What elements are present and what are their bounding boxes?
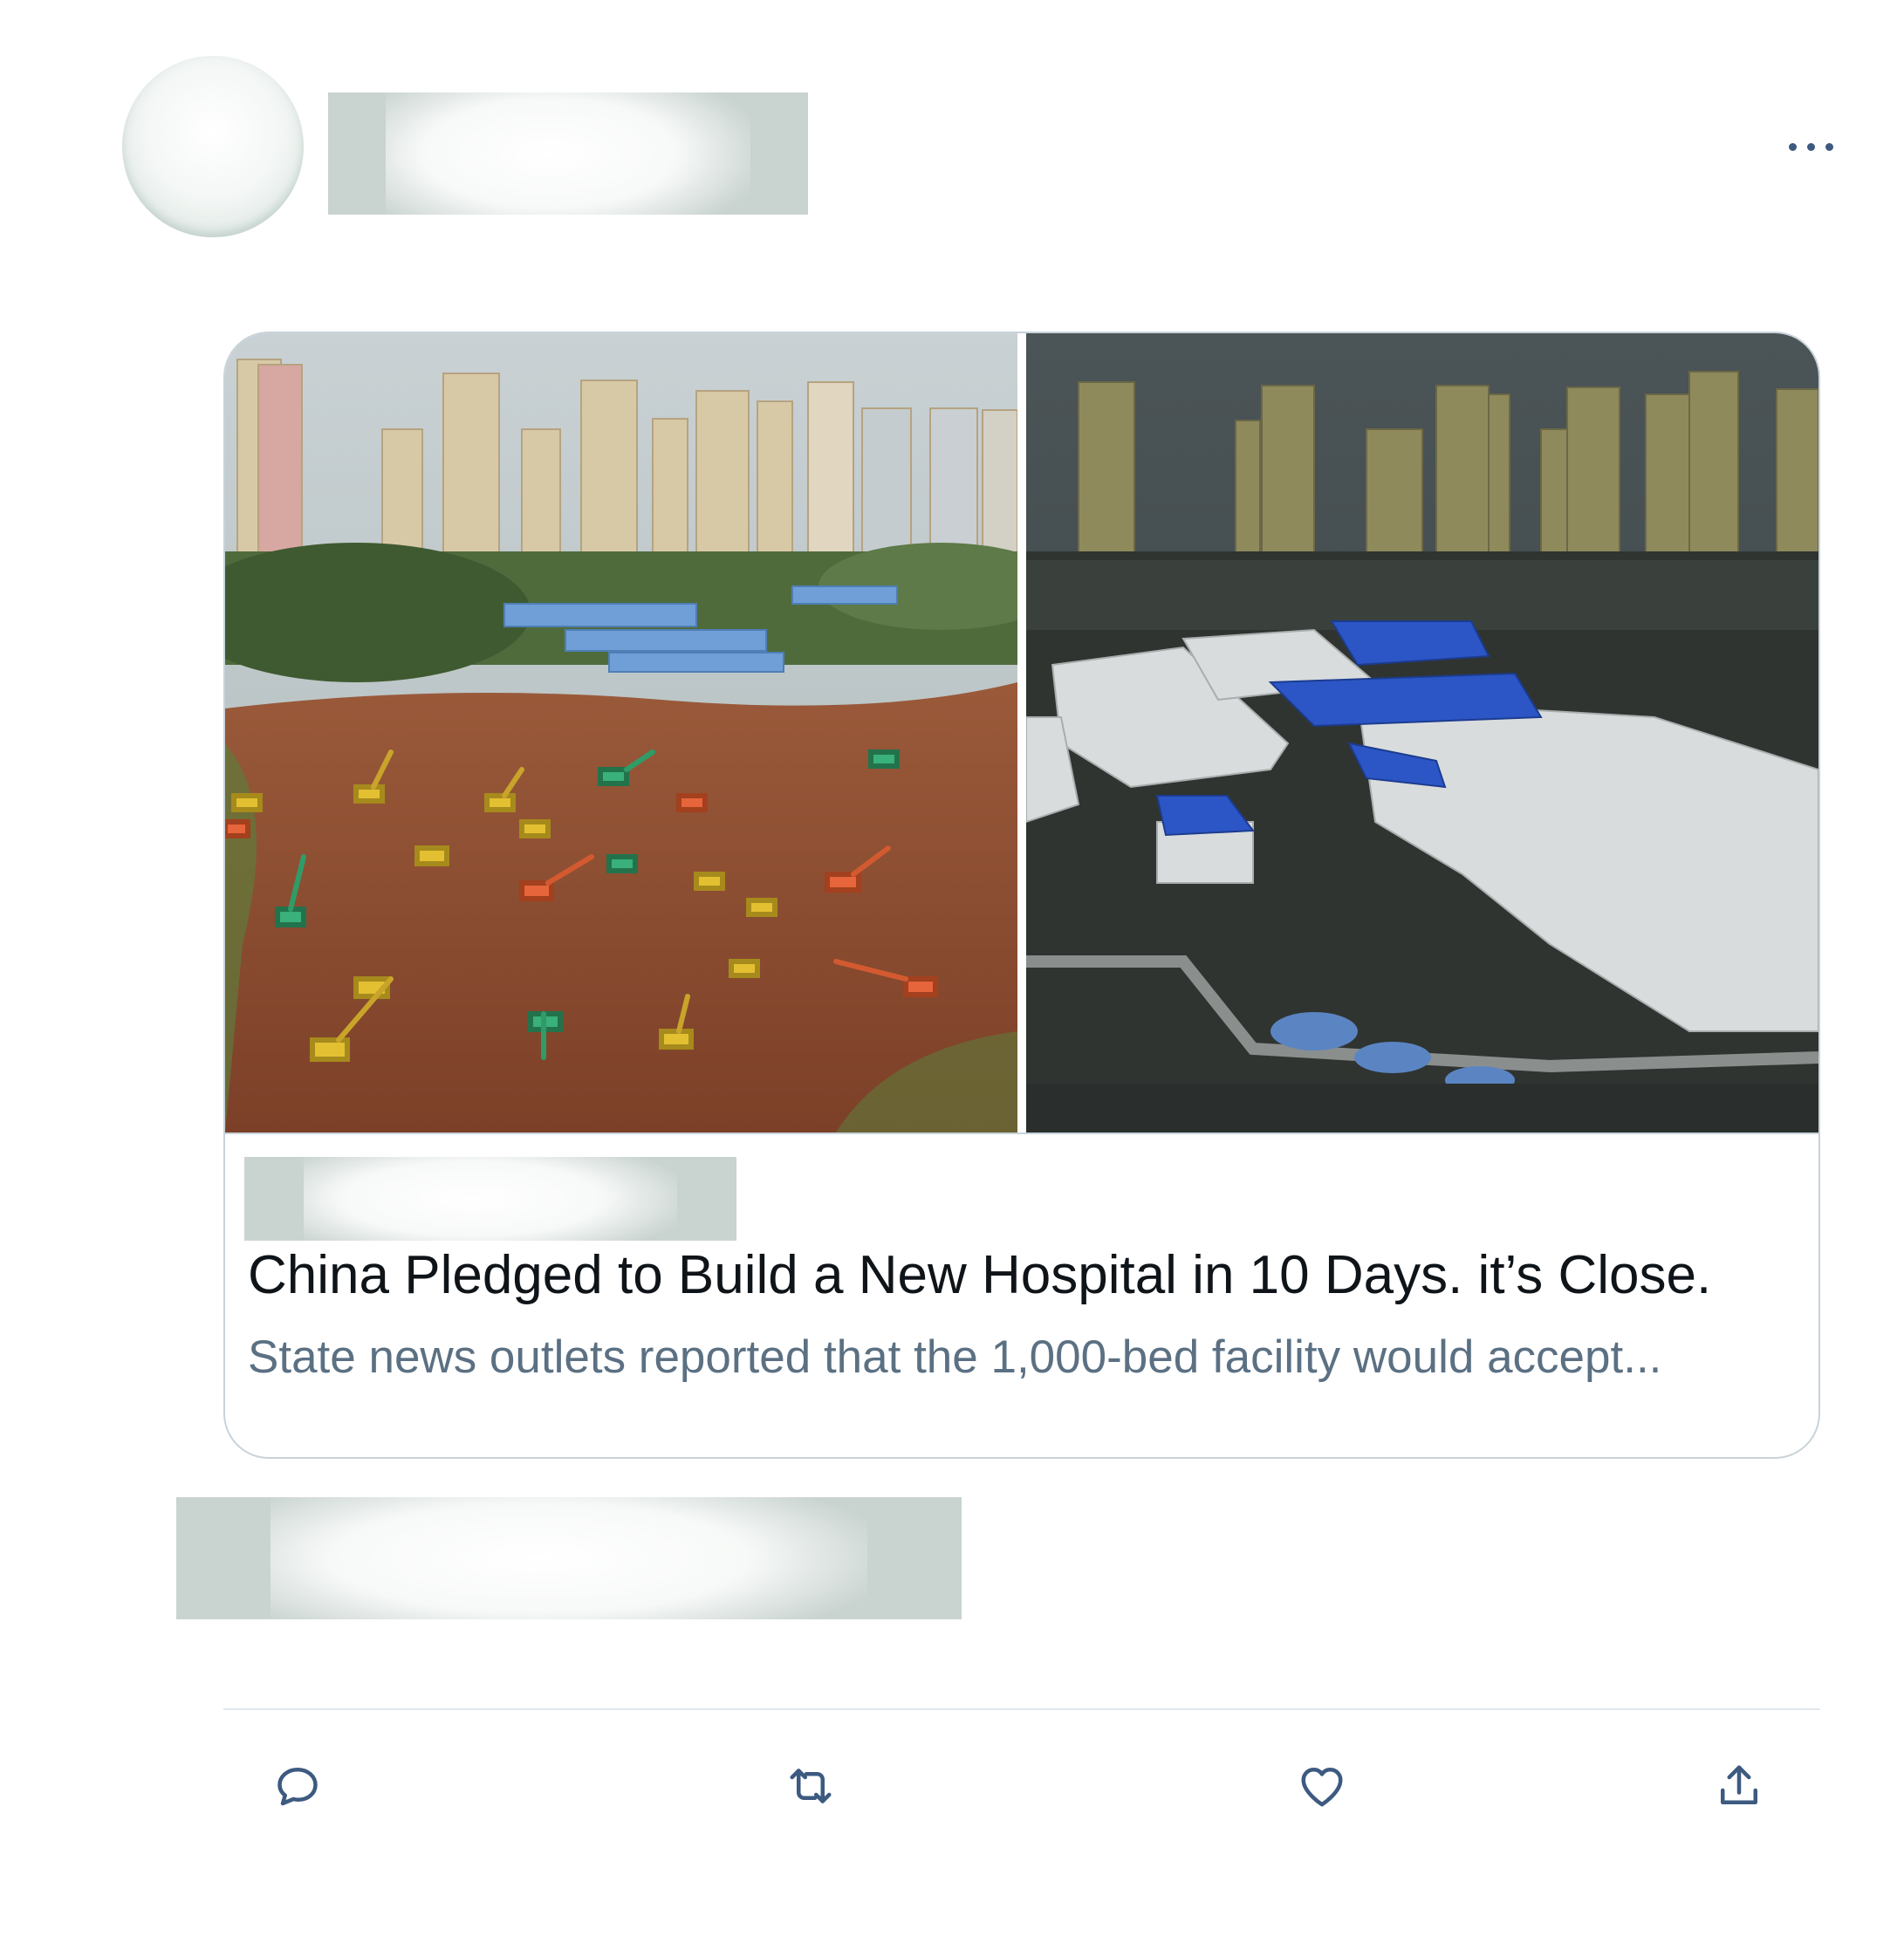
tweet-actions	[0, 1755, 1904, 1834]
hospital-photo	[1026, 333, 1818, 1132]
more-icon[interactable]	[1789, 140, 1841, 154]
card-description: State news outlets reported that the 1,0…	[248, 1331, 1662, 1383]
more-dot	[1789, 142, 1797, 151]
heart-icon	[1301, 1768, 1343, 1807]
retweet-icon	[790, 1769, 832, 1803]
tweet-meta-redacted	[176, 1497, 962, 1619]
more-dot	[1825, 142, 1833, 151]
card-title[interactable]: China Pledged to Build a New Hospital in…	[248, 1241, 1711, 1310]
construction-site-photo	[225, 333, 1017, 1132]
card-image[interactable]	[225, 333, 1818, 1134]
share-button[interactable]	[1709, 1755, 1770, 1817]
author-name-redacted[interactable]	[328, 92, 808, 215]
reply-button[interactable]	[267, 1755, 328, 1817]
more-dot	[1807, 142, 1815, 151]
avatar[interactable]	[122, 56, 304, 237]
image-divider	[1017, 333, 1026, 1132]
reply-icon	[277, 1768, 318, 1806]
like-button[interactable]	[1291, 1755, 1353, 1817]
divider	[223, 1708, 1820, 1710]
share-icon	[1721, 1765, 1757, 1804]
card-domain-redacted	[244, 1157, 736, 1241]
link-preview-card[interactable]: China Pledged to Build a New Hospital in…	[223, 332, 1820, 1459]
retweet-button[interactable]	[780, 1755, 841, 1817]
